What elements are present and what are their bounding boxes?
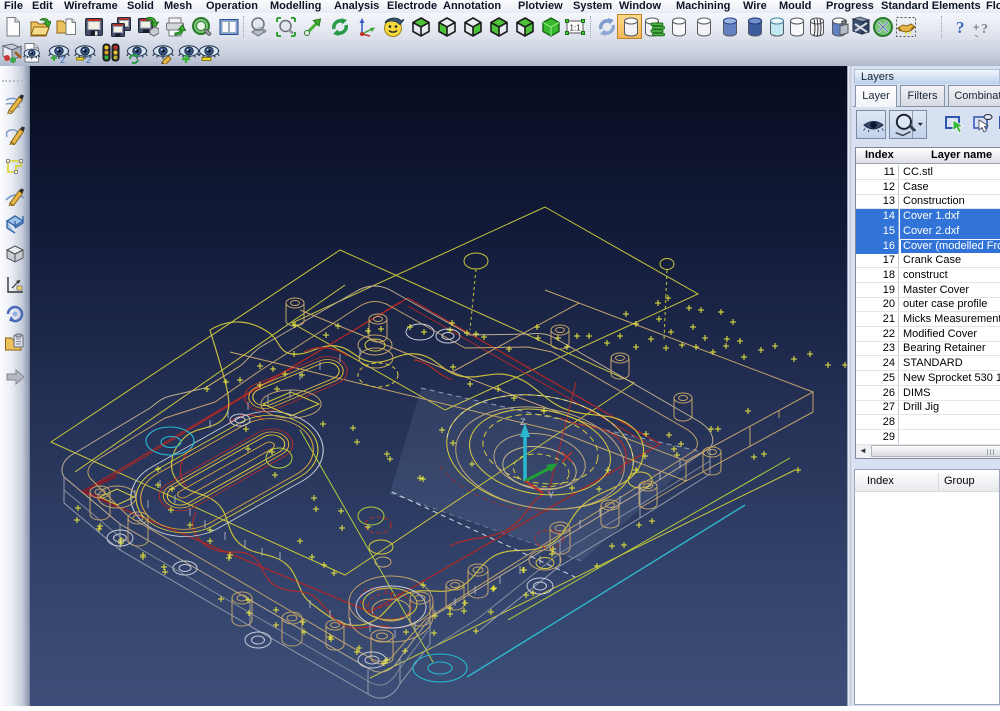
svg-text:Z: Z bbox=[520, 417, 526, 427]
svg-text:2: 2 bbox=[60, 55, 65, 64]
svg-text:2: 2 bbox=[86, 55, 91, 64]
svg-text:1:1: 1:1 bbox=[570, 24, 582, 33]
svg-text:?: ? bbox=[956, 18, 965, 37]
svg-text:?: ? bbox=[981, 22, 988, 37]
svg-text:Y: Y bbox=[548, 490, 554, 500]
svg-text:+: + bbox=[973, 22, 979, 34]
